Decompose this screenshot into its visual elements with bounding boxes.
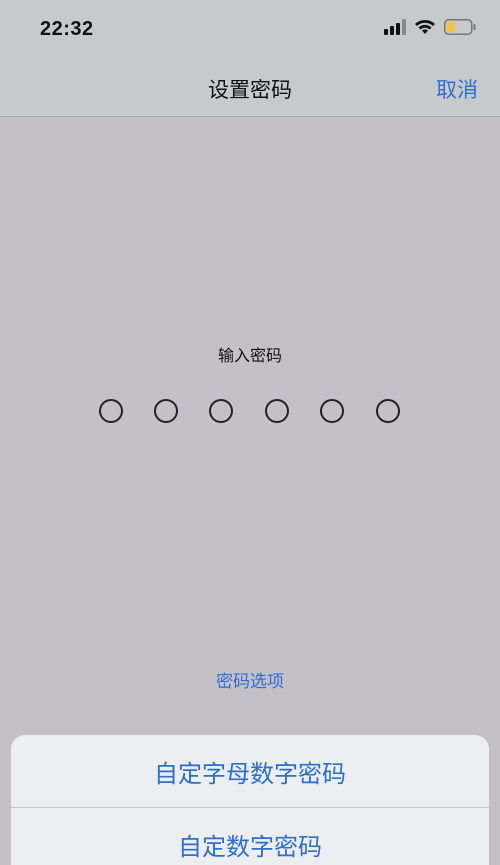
status-icons [384,19,476,39]
cellular-signal-icon [384,19,406,39]
battery-low-icon [444,19,476,39]
status-bar: 22:32 [0,0,500,62]
passcode-dot [265,399,289,423]
top-bar: 22:32 设置密码 取消 [0,0,500,117]
action-sheet: 自定字母数字密码 自定数字密码 [11,735,489,865]
page-title: 设置密码 [208,78,292,102]
status-time: 22:32 [40,18,94,40]
custom-numeric-code-option[interactable]: 自定数字密码 [11,808,489,865]
custom-alphanumeric-code-option[interactable]: 自定字母数字密码 [11,735,489,807]
set-passcode-screen: 22:32 设置密码 取消 输入密码 密码选项 自定字母数字密码 自定数字密码 [0,0,500,865]
passcode-dot [320,399,344,423]
passcode-prompt: 输入密码 [217,346,282,365]
passcode-dot [99,399,123,423]
passcode-dots [0,399,500,427]
passcode-options-link[interactable]: 密码选项 [0,667,500,692]
cancel-button[interactable]: 取消 [436,74,478,104]
passcode-dot [209,399,233,423]
passcode-dot [376,399,400,423]
passcode-dot [154,399,178,423]
wifi-icon [414,19,436,39]
